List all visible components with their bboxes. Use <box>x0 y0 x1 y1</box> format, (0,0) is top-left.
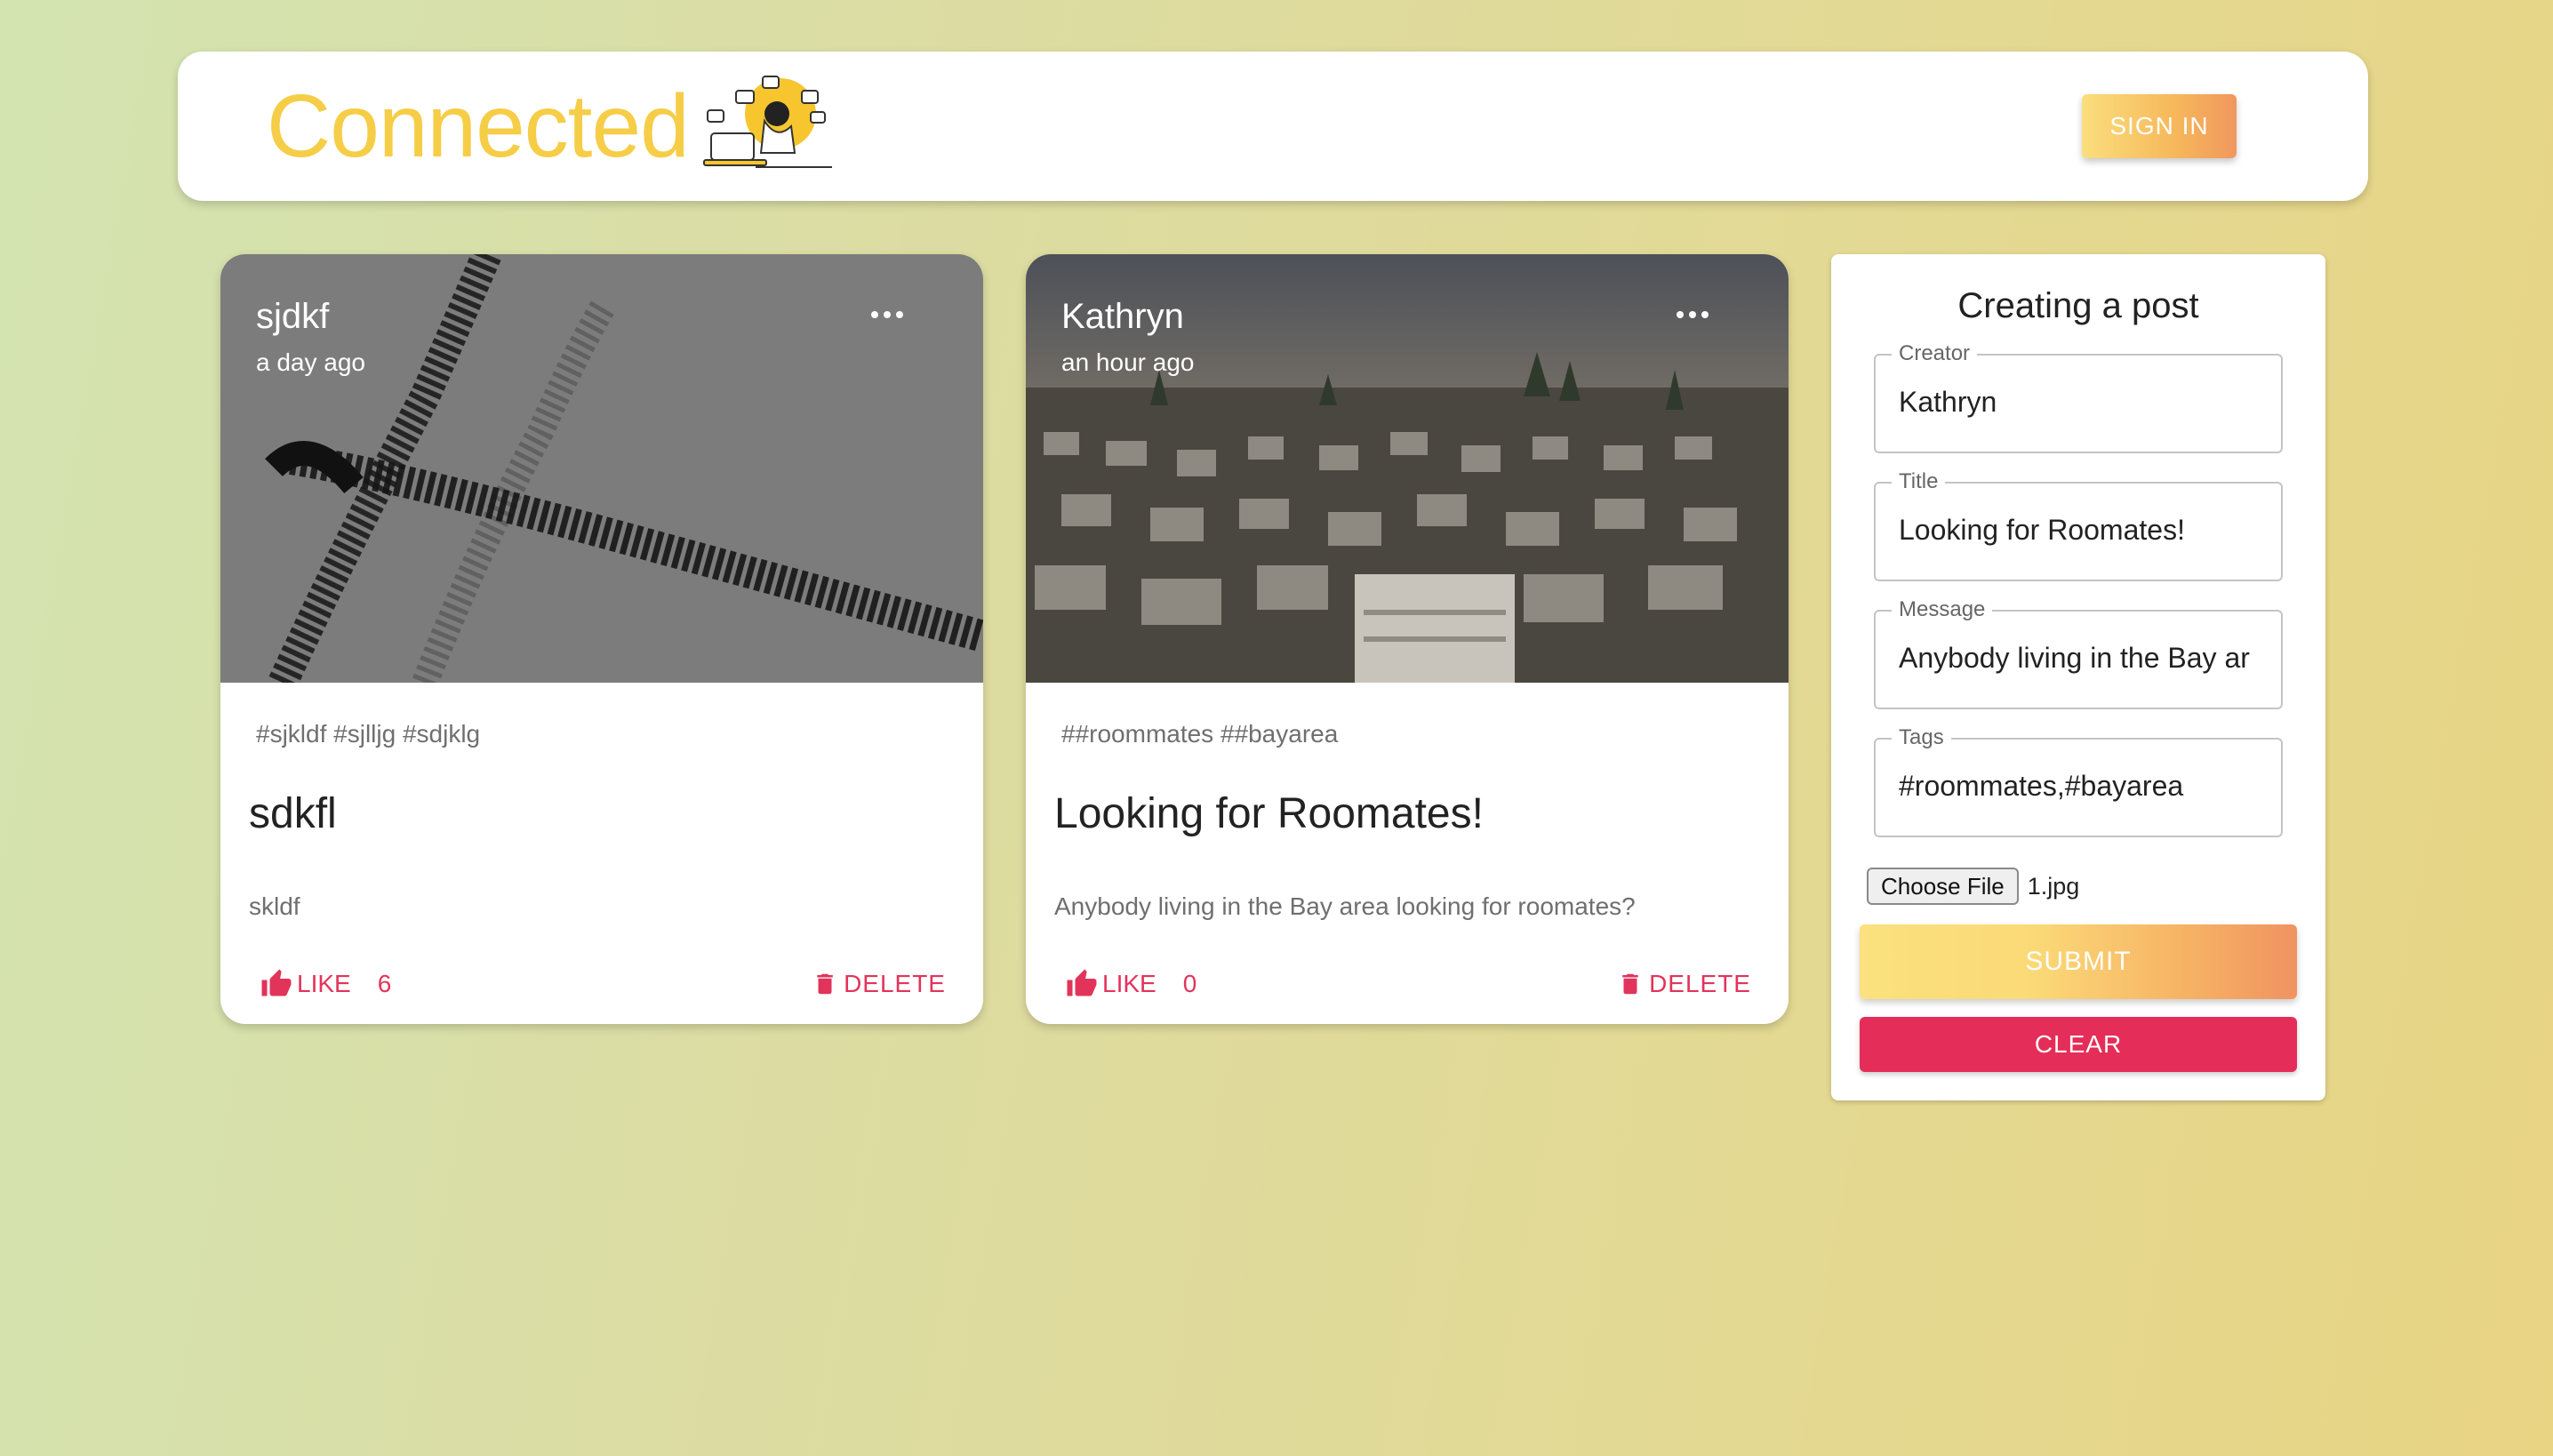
creator-field-value[interactable]: Kathryn <box>1899 386 2263 419</box>
message-field-value[interactable]: Anybody living in the Bay ar <box>1899 642 2263 675</box>
post-creator: Kathryn <box>1061 297 1184 336</box>
creator-field[interactable]: Creator Kathryn <box>1874 341 2283 453</box>
title-field[interactable]: Title Looking for Roomates! <box>1874 469 2283 581</box>
post-card: Kathryn an hour ago ##roommates ##bayare… <box>1026 254 1789 1024</box>
like-label: LIKE <box>297 970 351 997</box>
more-options-icon[interactable] <box>1666 290 1719 340</box>
more-options-icon[interactable] <box>860 290 914 340</box>
post-creator: sjdkf <box>256 297 330 336</box>
post-title: sdkfl <box>249 790 337 837</box>
post-message: Anybody living in the Bay area looking f… <box>1054 892 1636 920</box>
like-button[interactable]: LIKE 6 <box>260 962 391 1006</box>
delete-button[interactable]: DELETE <box>1617 962 1751 1006</box>
brand-title: Connected <box>267 76 690 176</box>
like-count: 0 <box>1182 970 1197 997</box>
post-tags: ##roommates ##bayarea <box>1061 720 1339 748</box>
post-time: an hour ago <box>1061 348 1195 376</box>
thumb-up-icon <box>261 969 292 996</box>
submit-button[interactable]: SUBMIT <box>1860 924 2297 999</box>
title-field-value[interactable]: Looking for Roomates! <box>1899 514 2263 547</box>
trash-icon <box>1622 973 1638 995</box>
delete-label: DELETE <box>1649 970 1751 997</box>
post-card: sjdkf a day ago #sjkldf #sjlljg #sdjklg … <box>220 254 983 1024</box>
post-title: Looking for Roomates! <box>1054 790 1484 837</box>
tags-field[interactable]: Tags #roommates,#bayarea <box>1874 725 2283 837</box>
tags-field-value[interactable]: #roommates,#bayarea <box>1899 770 2263 803</box>
form-heading: Creating a post <box>1957 286 2199 325</box>
title-field-label: Title <box>1892 469 1946 494</box>
delete-label: DELETE <box>844 970 946 997</box>
app-header: Connected SIGN IN <box>178 52 2368 201</box>
post-tags: #sjkldf #sjlljg #sdjklg <box>256 720 481 748</box>
post-time: a day ago <box>256 348 365 376</box>
message-field[interactable]: Message Anybody living in the Bay ar <box>1874 597 2283 709</box>
delete-button[interactable]: DELETE <box>812 962 946 1006</box>
creator-field-label: Creator <box>1892 341 1978 366</box>
thumb-up-icon <box>1067 969 1097 996</box>
like-count: 6 <box>377 970 392 997</box>
like-label: LIKE <box>1102 970 1156 997</box>
like-button[interactable]: LIKE 0 <box>1065 962 1196 1006</box>
choose-file-button[interactable]: Choose File <box>1867 868 2019 905</box>
create-post-form: Creating a post Creator Kathryn Title Lo… <box>1831 254 2325 1100</box>
file-input: Choose File 1.jpg <box>1867 868 2079 905</box>
tags-field-label: Tags <box>1892 725 1951 750</box>
post-message: skldf <box>249 892 300 920</box>
file-name: 1.jpg <box>2027 872 2080 900</box>
trash-icon <box>817 973 833 995</box>
sign-in-button[interactable]: SIGN IN <box>2082 94 2237 158</box>
message-field-label: Message <box>1892 597 1993 622</box>
clear-button[interactable]: CLEAR <box>1860 1017 2297 1072</box>
person-at-laptop-icon <box>702 71 836 178</box>
